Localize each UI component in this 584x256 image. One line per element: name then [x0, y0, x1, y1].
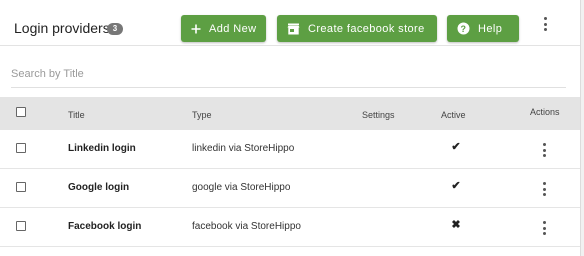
select-all-checkbox[interactable] [16, 107, 26, 117]
row-actions-icon[interactable] [539, 221, 549, 235]
row-actions-icon[interactable] [539, 182, 549, 196]
plus-icon [191, 24, 201, 34]
column-type: Type [192, 110, 212, 120]
table-header: Title Type Settings Active Actions [0, 97, 580, 130]
more-options-icon[interactable] [540, 17, 550, 31]
add-new-label: Add New [209, 22, 257, 35]
table-row[interactable]: Google login google via StoreHippo ✔ [0, 169, 580, 208]
column-title: Title [68, 110, 85, 120]
row-actions-icon[interactable] [539, 143, 549, 157]
page-title: Login providers [14, 20, 110, 36]
inactive-x-icon: ✖ [451, 219, 461, 231]
table-row[interactable]: Facebook login facebook via StoreHippo ✖ [0, 208, 580, 247]
search-bar [0, 46, 580, 96]
create-facebook-store-button[interactable]: Create facebook store [277, 15, 437, 42]
row-checkbox[interactable] [16, 143, 26, 153]
column-active: Active [441, 110, 466, 120]
column-settings: Settings [362, 110, 395, 120]
row-type: google via StoreHippo [192, 182, 291, 193]
active-check-icon: ✔ [451, 180, 461, 192]
column-actions: Actions [530, 107, 560, 117]
row-checkbox[interactable] [16, 182, 26, 192]
count-badge: 3 [107, 23, 123, 35]
row-checkbox[interactable] [16, 221, 26, 231]
row-title: Linkedin login [68, 143, 136, 154]
store-icon [287, 23, 300, 35]
row-title: Facebook login [68, 221, 142, 232]
table-row[interactable]: Linkedin login linkedin via StoreHippo ✔ [0, 130, 580, 169]
page-header: Login providers 3 Add New Create faceboo… [0, 0, 580, 46]
row-title: Google login [68, 182, 130, 193]
row-type: facebook via StoreHippo [192, 221, 301, 232]
svg-text:?: ? [461, 24, 467, 34]
help-icon: ? [457, 22, 470, 35]
help-label: Help [478, 22, 503, 35]
search-input[interactable] [11, 65, 566, 83]
add-new-button[interactable]: Add New [181, 15, 266, 42]
create-store-label: Create facebook store [308, 22, 425, 35]
help-button[interactable]: ? Help [447, 15, 519, 42]
row-type: linkedin via StoreHippo [192, 143, 295, 154]
active-check-icon: ✔ [451, 141, 461, 153]
search-underline [11, 87, 566, 88]
